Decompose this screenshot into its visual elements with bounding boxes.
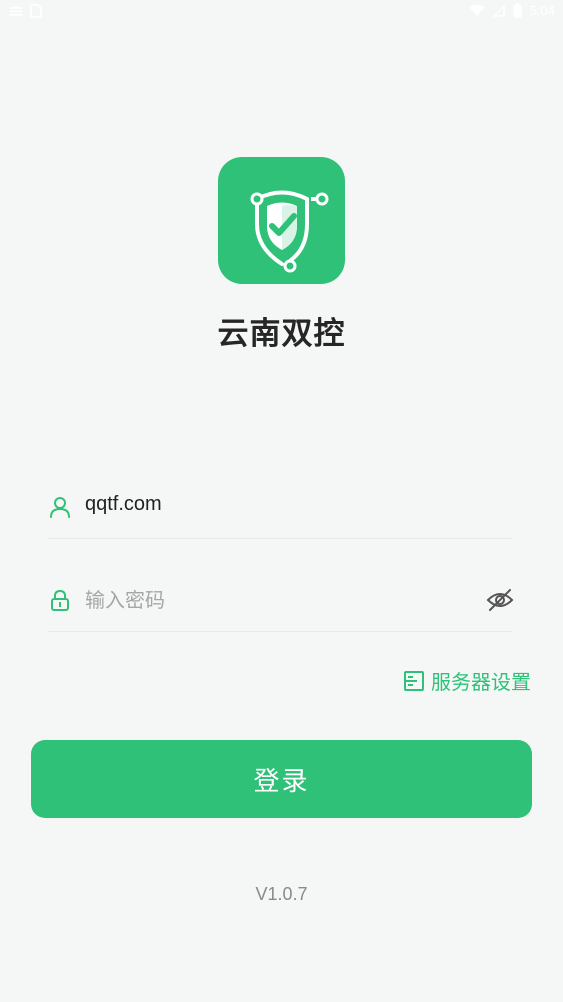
user-icon	[50, 497, 70, 518]
eye-off-icon[interactable]	[485, 585, 515, 615]
lock-icon	[51, 589, 69, 611]
signal-icon	[492, 4, 505, 17]
app-title: 云南双控	[217, 316, 346, 352]
sim-icon	[30, 4, 42, 18]
app-logo	[218, 157, 345, 284]
shield-check-icon	[250, 190, 328, 272]
server-settings-label[interactable]: 服务器设置	[431, 666, 531, 695]
username-value[interactable]: qqtf.com	[85, 493, 162, 516]
status-bar: 5:04	[0, 0, 563, 24]
login-button[interactable]: 登录	[31, 740, 532, 818]
menu-icon	[10, 7, 22, 16]
server-settings-link[interactable]: 服务器设置	[403, 666, 531, 695]
password-field[interactable]	[47, 571, 515, 632]
status-bar-right: 5:04	[469, 3, 555, 18]
battery-icon	[513, 3, 522, 18]
server-icon	[404, 670, 424, 691]
password-input[interactable]	[85, 583, 465, 617]
username-field[interactable]: qqtf.com	[47, 478, 513, 539]
login-screen: 5:04 云南双控 qqtf.com 服务器设置 登录 V1.0.7	[0, 0, 563, 1002]
status-bar-left	[10, 4, 42, 18]
wifi-icon	[469, 4, 485, 16]
app-version: V1.0.7	[255, 884, 308, 904]
status-time: 5:04	[529, 3, 555, 18]
